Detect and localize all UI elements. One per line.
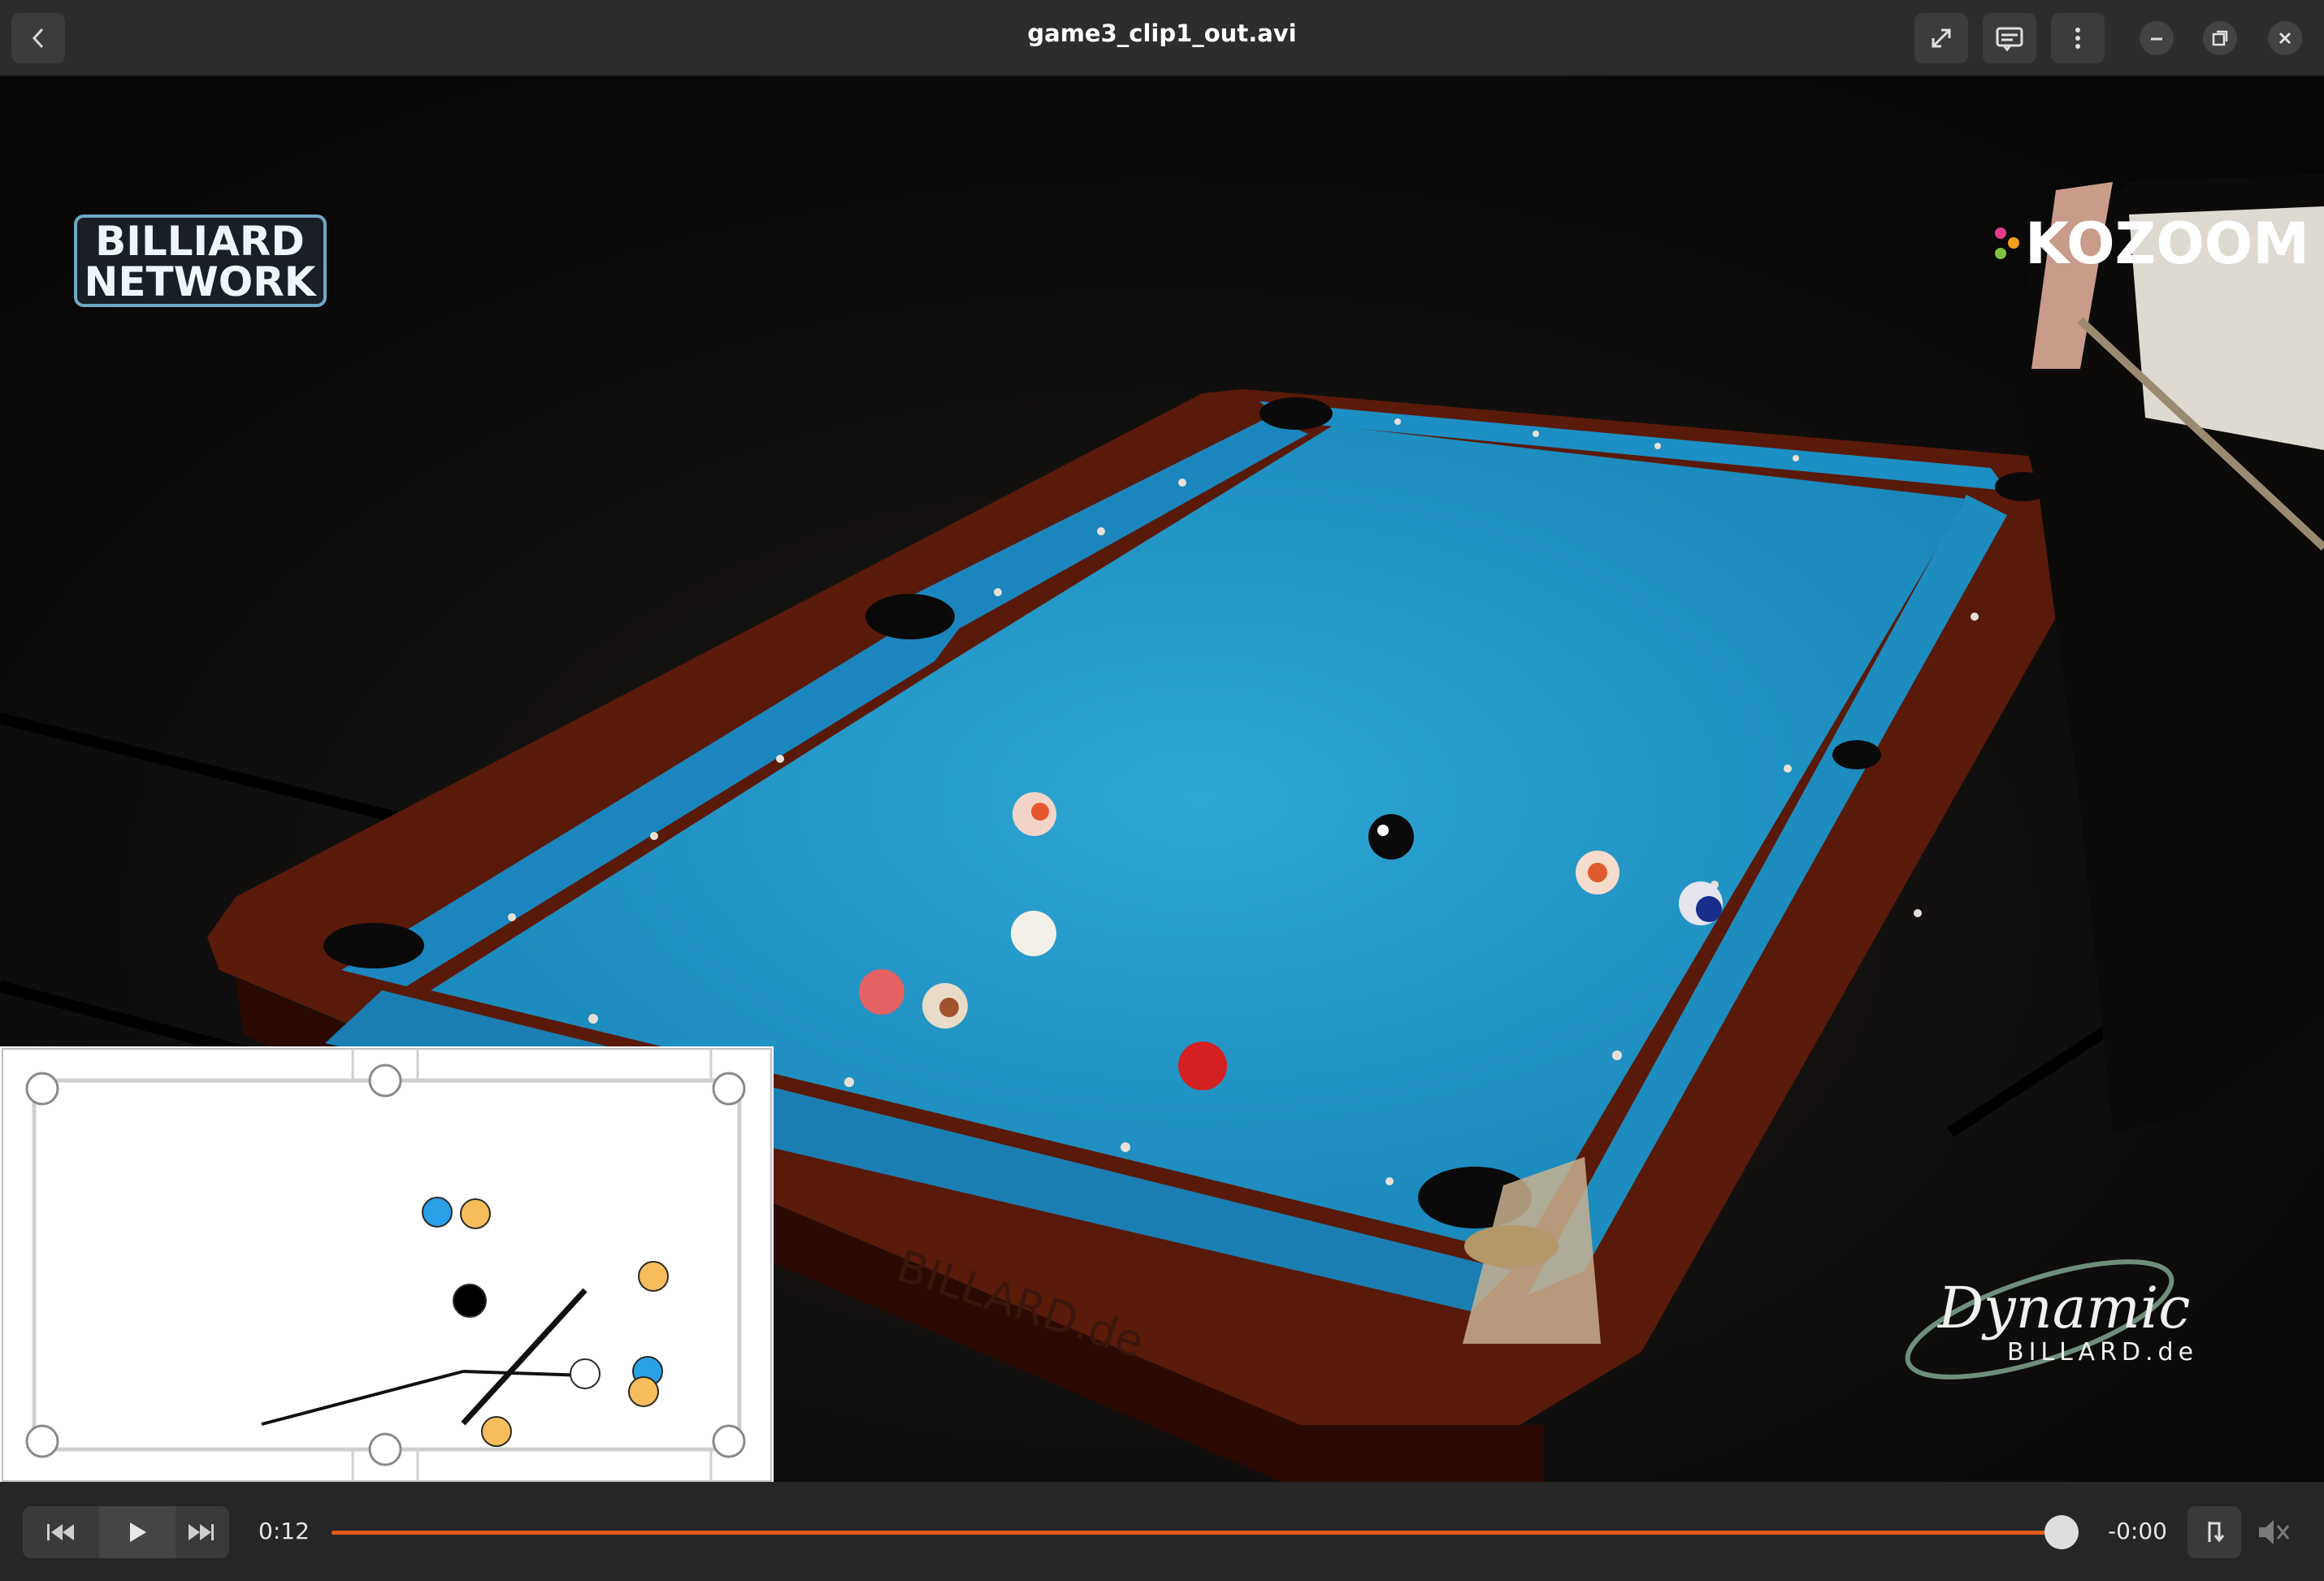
menu-icon: [2075, 28, 2080, 49]
seek-bar[interactable]: [332, 1531, 2079, 1535]
minimap-ball-orange: [481, 1416, 512, 1447]
minimap-pocket: [368, 1063, 402, 1098]
skip-forward-button[interactable]: [176, 1506, 229, 1558]
minimize-icon: [2151, 37, 2162, 41]
play-icon: [130, 1523, 146, 1542]
minimap-cue-ball: [570, 1358, 601, 1389]
minimize-button[interactable]: [2140, 21, 2174, 55]
pocket: [1832, 740, 1881, 769]
elapsed-time: 0:12: [258, 1518, 310, 1544]
minimap-pocket: [25, 1424, 59, 1458]
volume-button[interactable]: [2256, 1518, 2291, 1547]
table-minimap: [0, 1046, 774, 1482]
svg-text:NETWORK: NETWORK: [84, 258, 317, 305]
pocket: [865, 594, 955, 639]
window-title: game3_clip1_out.avi: [1027, 19, 1297, 47]
skip-forward-icon: [189, 1524, 214, 1540]
svg-text:Dynamic: Dynamic: [1936, 1275, 2190, 1341]
playback-controls: 0:12 -0:00: [0, 1482, 2324, 1581]
play-button[interactable]: [99, 1506, 176, 1558]
kozoom-logo: KOZOOM: [1995, 210, 2309, 277]
svg-text:KOZOOM: KOZOOM: [2025, 210, 2309, 277]
playlist-button[interactable]: [2187, 1506, 2241, 1558]
close-button[interactable]: [2268, 21, 2302, 55]
restore-button[interactable]: [2203, 21, 2237, 55]
subtitles-button[interactable]: [1983, 13, 2036, 63]
minimap-pocket: [25, 1072, 59, 1106]
minimap-ball-black: [453, 1284, 487, 1318]
fullscreen-button[interactable]: [1914, 13, 1968, 63]
remaining-time: -0:00: [2108, 1518, 2167, 1544]
title-bar: game3_clip1_out.avi: [0, 0, 2324, 76]
close-icon: [2278, 32, 2291, 45]
pocket: [323, 923, 424, 968]
minimap-ball-orange: [638, 1261, 669, 1292]
video-display[interactable]: BILLARD.de BILLIARD NETWORK KOZOOM Dynam…: [0, 76, 2324, 1482]
svg-text:BILLARD.de: BILLARD.de: [2007, 1338, 2198, 1367]
pocket: [1260, 397, 1333, 430]
fullscreen-icon: [1932, 28, 1951, 48]
skip-back-button[interactable]: [23, 1506, 99, 1558]
seek-bar-fill: [332, 1531, 2062, 1535]
minimap-ball-orange: [460, 1198, 491, 1229]
playlist-icon: [2208, 1522, 2225, 1543]
restore-icon: [2212, 30, 2228, 46]
main-menu-button[interactable]: [2051, 13, 2105, 63]
skip-back-icon: [47, 1524, 74, 1540]
minimap-ball-blue: [422, 1197, 453, 1228]
subtitles-icon: [1996, 27, 2023, 52]
minimap-pocket: [712, 1424, 746, 1458]
seek-handle[interactable]: [2044, 1515, 2079, 1549]
billiard-network-logo: BILLIARD NETWORK: [74, 214, 327, 307]
volume-muted-icon: [2259, 1520, 2290, 1544]
minimap-pocket: [712, 1072, 746, 1106]
minimap-ball-orange: [628, 1376, 659, 1407]
minimap-pocket: [368, 1432, 402, 1466]
